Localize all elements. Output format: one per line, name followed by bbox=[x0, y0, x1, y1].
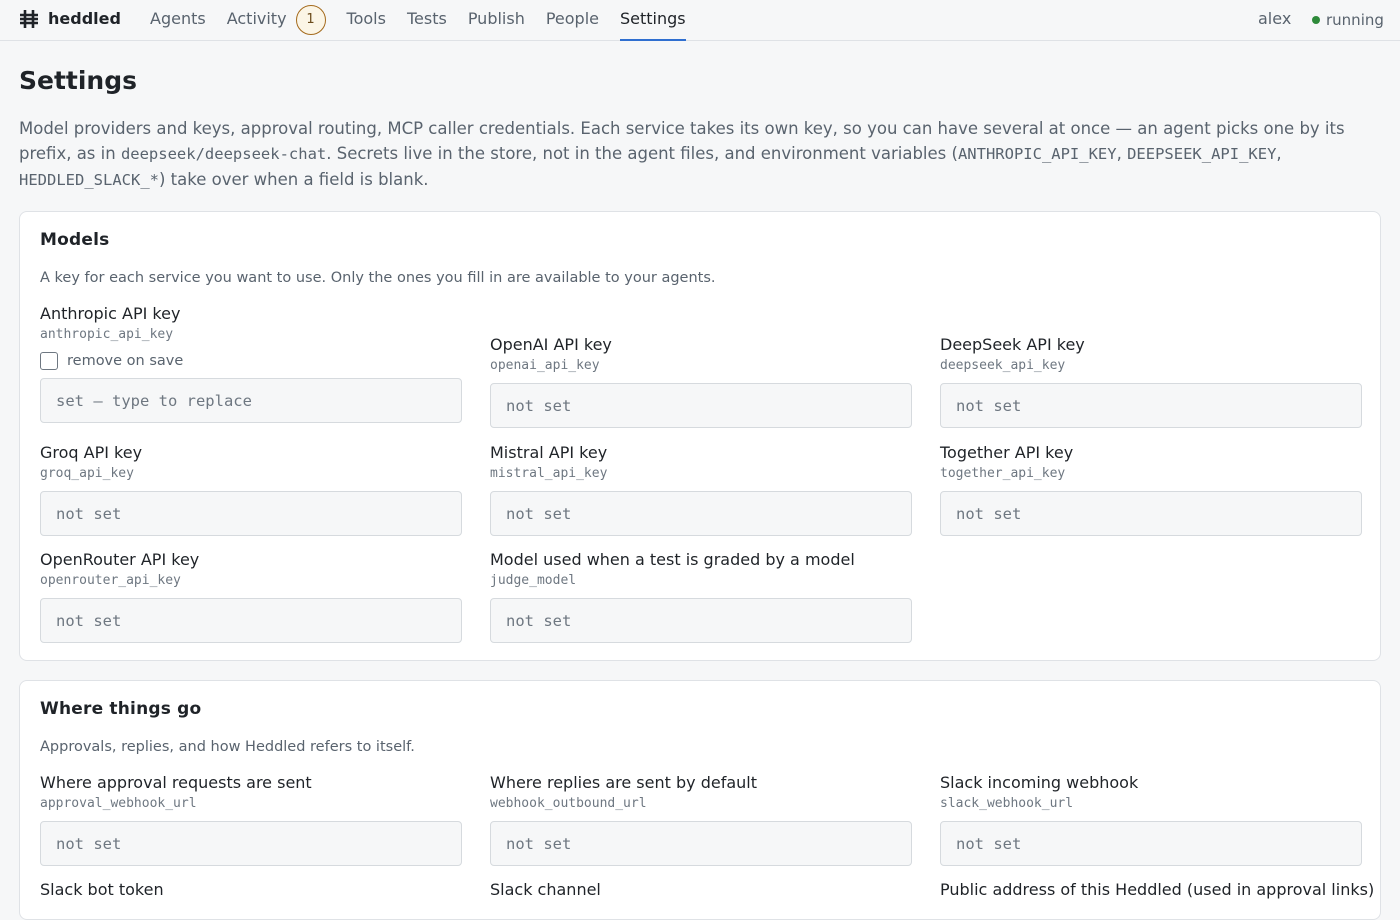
nav-label: Publish bbox=[467, 9, 525, 28]
activity-count-badge: 1 bbox=[295, 5, 326, 35]
field-label: Model used when a test is graded by a mo… bbox=[490, 550, 855, 569]
intro-text: , bbox=[1276, 144, 1282, 163]
field-label: DeepSeek API key bbox=[940, 335, 1085, 354]
field-label: OpenAI API key bbox=[490, 335, 612, 354]
anthropic-api-key-input[interactable] bbox=[40, 378, 462, 423]
together-api-key-field: Together API key together_api_key bbox=[940, 442, 1362, 536]
field-key: openai_api_key bbox=[490, 358, 600, 373]
field-key: approval_webhook_url bbox=[40, 796, 197, 811]
together-api-key-input[interactable] bbox=[940, 491, 1362, 536]
field-label: Anthropic API key bbox=[40, 304, 181, 323]
slack-webhook-input[interactable] bbox=[940, 821, 1362, 866]
field-key: deepseek_api_key bbox=[940, 358, 1066, 373]
nav-activity[interactable]: Activity 1 bbox=[227, 0, 326, 41]
field-label: Slack channel bbox=[490, 880, 601, 899]
slack-webhook-field: Slack incoming webhook slack_webhook_url bbox=[940, 772, 1362, 866]
openrouter-api-key-field: OpenRouter API key openrouter_api_key bbox=[40, 549, 462, 643]
groq-api-key-input[interactable] bbox=[40, 491, 462, 536]
field-label: Where approval requests are sent bbox=[40, 773, 312, 792]
deepseek-api-key-input[interactable] bbox=[940, 383, 1362, 428]
nav-tests[interactable]: Tests bbox=[407, 0, 447, 41]
field-key: slack_webhook_url bbox=[940, 796, 1074, 811]
field-label: Slack incoming webhook bbox=[940, 773, 1139, 792]
status-text: running bbox=[1326, 11, 1384, 29]
field-label: Slack bot token bbox=[40, 880, 164, 899]
remove-on-save-row: remove on save bbox=[40, 352, 462, 370]
section-description: Approvals, replies, and how Heddled refe… bbox=[40, 739, 415, 755]
field-key: together_api_key bbox=[940, 466, 1066, 481]
openai-api-key-input[interactable] bbox=[490, 383, 912, 428]
server-status: running bbox=[1312, 9, 1384, 31]
status-dot-icon bbox=[1312, 16, 1320, 24]
approval-webhook-input[interactable] bbox=[40, 821, 462, 866]
field-key: groq_api_key bbox=[40, 466, 134, 481]
brand-name: heddled bbox=[48, 9, 121, 28]
current-user[interactable]: alex bbox=[1258, 8, 1291, 30]
judge-model-field: Model used when a test is graded by a mo… bbox=[490, 549, 912, 643]
webhook-outbound-field: Where replies are sent by default webhoo… bbox=[490, 772, 912, 866]
loom-logo-icon bbox=[20, 10, 38, 28]
field-key: judge_model bbox=[490, 573, 577, 588]
brand[interactable]: heddled bbox=[18, 8, 121, 30]
field-key: openrouter_api_key bbox=[40, 573, 181, 588]
slack-bot-token-field: Slack bot token bbox=[40, 879, 462, 901]
field-label: Where replies are sent by default bbox=[490, 773, 757, 792]
intro-text: . Secrets live in the store, not in the … bbox=[326, 144, 958, 163]
field-label: Groq API key bbox=[40, 443, 143, 462]
remove-on-save-label: remove on save bbox=[67, 353, 184, 369]
remove-on-save-checkbox[interactable] bbox=[40, 352, 58, 370]
nav-label: Tools bbox=[346, 9, 386, 28]
nav-settings[interactable]: Settings bbox=[620, 0, 686, 41]
intro-text: ) take over when a field is blank. bbox=[158, 170, 429, 189]
nav-publish[interactable]: Publish bbox=[468, 0, 525, 41]
page-intro: Model providers and keys, approval routi… bbox=[19, 116, 1379, 193]
field-label: Mistral API key bbox=[490, 443, 608, 462]
public-address-field: Public address of this Heddled (used in … bbox=[940, 879, 1380, 901]
nav-label: Settings bbox=[620, 9, 686, 28]
field-label: OpenRouter API key bbox=[40, 550, 200, 569]
nav-agents[interactable]: Agents bbox=[150, 0, 206, 41]
models-section: Models A key for each service you want t… bbox=[19, 211, 1381, 661]
intro-code: DEEPSEEK_API_KEY bbox=[1127, 145, 1277, 163]
webhook-outbound-input[interactable] bbox=[490, 821, 912, 866]
field-key: webhook_outbound_url bbox=[490, 796, 647, 811]
section-title: Models bbox=[40, 230, 110, 250]
nav-label: Agents bbox=[150, 9, 206, 28]
section-description: A key for each service you want to use. … bbox=[40, 270, 716, 286]
routing-section: Where things go Approvals, replies, and … bbox=[19, 680, 1381, 920]
judge-model-input[interactable] bbox=[490, 598, 912, 643]
intro-code: ANTHROPIC_API_KEY bbox=[957, 145, 1117, 163]
field-label: Public address of this Heddled (used in … bbox=[940, 880, 1375, 899]
intro-code: HEDDLED_SLACK_* bbox=[19, 171, 159, 189]
intro-text: , bbox=[1116, 144, 1128, 163]
mistral-api-key-input[interactable] bbox=[490, 491, 912, 536]
slack-channel-field: Slack channel bbox=[490, 879, 912, 901]
mistral-api-key-field: Mistral API key mistral_api_key bbox=[490, 442, 912, 536]
section-title: Where things go bbox=[40, 699, 202, 719]
intro-code: deepseek/deepseek-chat bbox=[120, 145, 327, 163]
anthropic-api-key-field: Anthropic API key anthropic_api_key remo… bbox=[40, 303, 462, 423]
field-key: mistral_api_key bbox=[490, 466, 608, 481]
top-nav-bar: heddled Agents Activity 1 Tools Tests Pub… bbox=[0, 0, 1400, 41]
openrouter-api-key-input[interactable] bbox=[40, 598, 462, 643]
page-title: Settings bbox=[19, 66, 138, 95]
nav-people[interactable]: People bbox=[546, 0, 599, 41]
approval-webhook-field: Where approval requests are sent approva… bbox=[40, 772, 462, 866]
nav-label: People bbox=[545, 9, 599, 28]
main-nav: Agents Activity 1 Tools Tests Publish Peo… bbox=[150, 0, 707, 41]
groq-api-key-field: Groq API key groq_api_key bbox=[40, 442, 462, 536]
openai-api-key-field: OpenAI API key openai_api_key bbox=[490, 334, 912, 428]
nav-tools[interactable]: Tools bbox=[347, 0, 386, 41]
field-label: Together API key bbox=[940, 443, 1074, 462]
nav-label: Activity bbox=[226, 9, 287, 28]
deepseek-api-key-field: DeepSeek API key deepseek_api_key bbox=[940, 334, 1362, 428]
field-key: anthropic_api_key bbox=[40, 327, 174, 342]
nav-label: Tests bbox=[406, 9, 447, 28]
